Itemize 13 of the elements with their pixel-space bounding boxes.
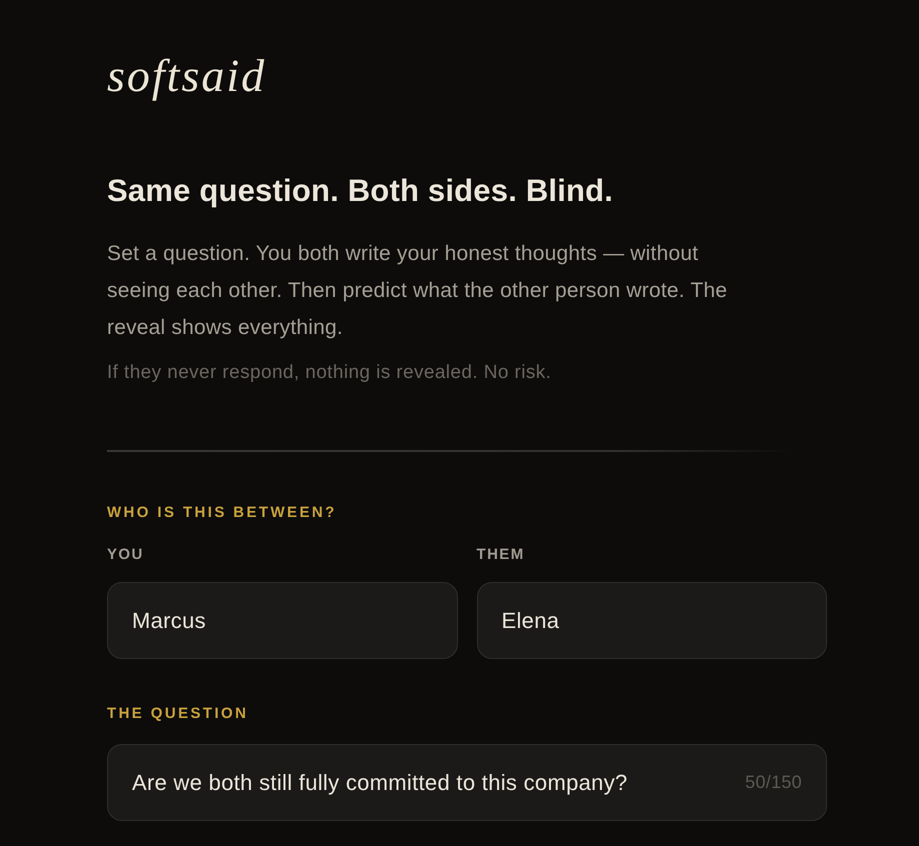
field-label: THEM bbox=[476, 545, 525, 565]
section-label: WHO IS THIS BETWEEN? bbox=[107, 503, 337, 523]
reassurance-note: If they never respond, nothing is revealed. No risk. bbox=[107, 361, 552, 385]
name-input-field[interactable]: Marcus bbox=[107, 582, 458, 659]
page-heading: Same question. Both sides. Blind. bbox=[107, 172, 614, 210]
question-input-field[interactable]: Are we both still fully committed to this company? 50/150 bbox=[107, 744, 827, 821]
field-label: YOU bbox=[107, 545, 144, 565]
character-counter: 50/150 bbox=[745, 772, 802, 793]
name-input-field[interactable]: Elena bbox=[476, 582, 827, 659]
section-label: THE QUESTION bbox=[107, 704, 248, 724]
intro-paragraph: Set a question. You both write your honest thoughts — without seeing each other. Then predict what the other person wrote. The reveal shows everything. bbox=[107, 241, 728, 341]
question-text: Are we both still fully committed to this company? bbox=[132, 770, 628, 796]
softsaid-logo: softsaid bbox=[107, 49, 266, 103]
